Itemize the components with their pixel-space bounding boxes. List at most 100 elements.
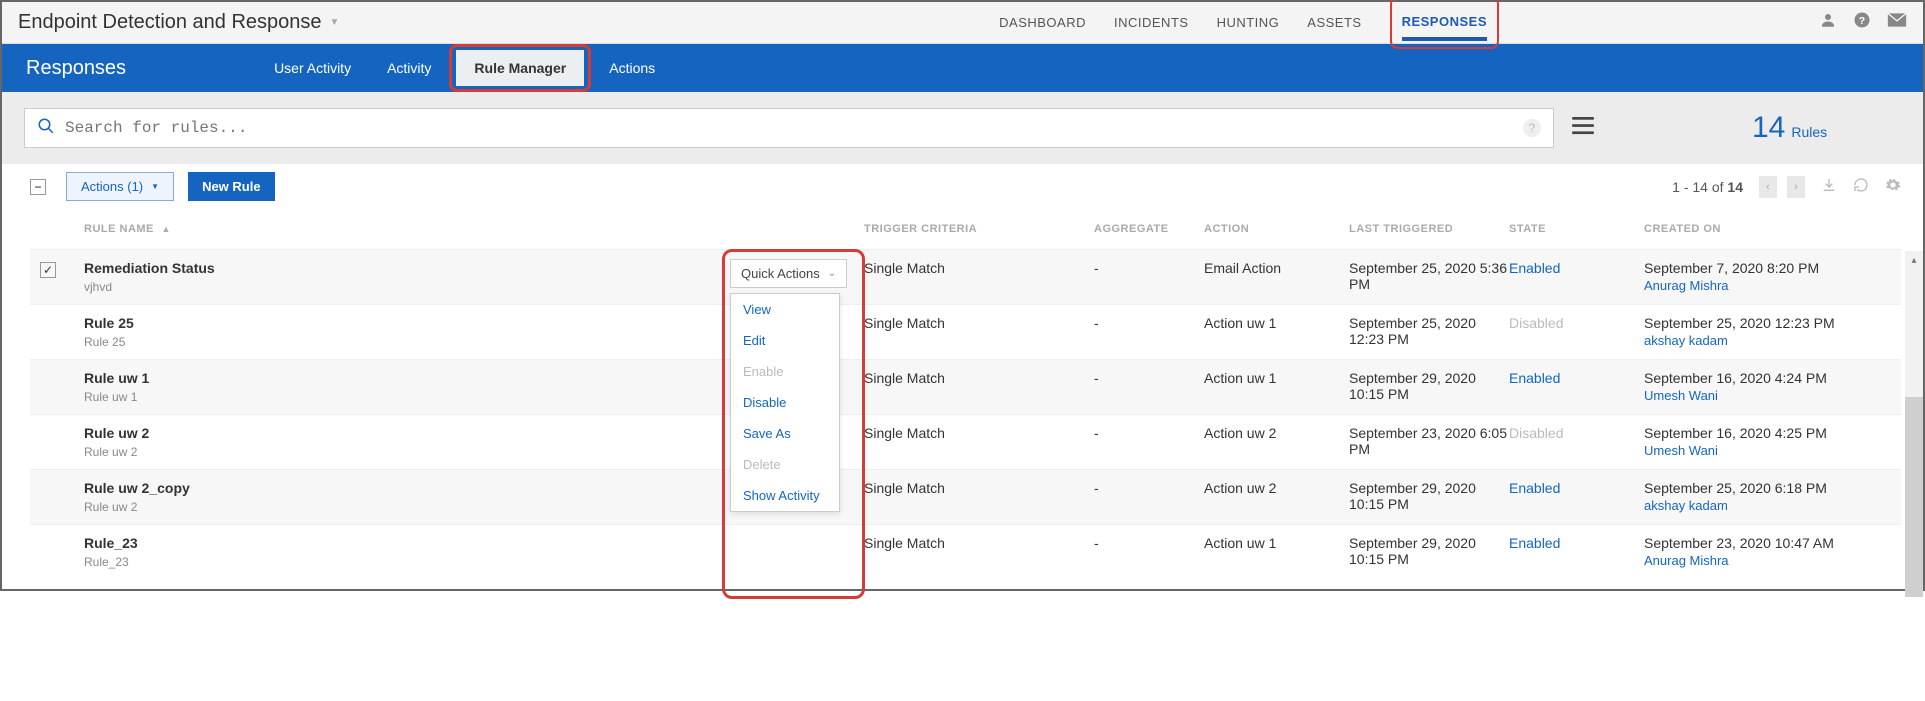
cell-created: September 23, 2020 10:47 AMAnurag Mishra <box>1644 535 1901 568</box>
qa-item-delete: Delete <box>731 449 839 480</box>
tab-activity[interactable]: Activity <box>369 44 449 92</box>
pager-controls: ‹ › <box>1759 176 1805 198</box>
rules-count-label: Rules <box>1791 124 1827 140</box>
actions-caret-icon: ▼ <box>151 182 159 191</box>
cell-last-triggered: September 29, 2020 10:15 PM <box>1349 535 1509 567</box>
cell-state: Enabled <box>1509 535 1644 551</box>
search-input[interactable] <box>65 119 1523 137</box>
list-toggle-icon[interactable] <box>1572 115 1594 141</box>
collapse-toggle[interactable]: − <box>30 179 46 195</box>
nav-hunting[interactable]: HUNTING <box>1217 3 1280 42</box>
toolbar-right: 1 - 14 of 14 ‹ › <box>1672 176 1901 198</box>
cell-state: Enabled <box>1509 260 1644 276</box>
user-icon[interactable] <box>1819 11 1837 34</box>
header-trigger[interactable]: TRIGGER CRITERIA <box>864 223 1094 235</box>
cell-created: September 16, 2020 4:25 PMUmesh Wani <box>1644 425 1901 458</box>
new-rule-button[interactable]: New Rule <box>188 172 275 201</box>
pager-next[interactable]: › <box>1787 176 1805 198</box>
quick-actions-menu: ViewEditEnableDisableSave AsDeleteShow A… <box>730 293 840 512</box>
nav-responses[interactable]: RESPONSES <box>1402 2 1487 41</box>
qa-item-disable[interactable]: Disable <box>731 387 839 418</box>
rules-count-number: 14 <box>1752 111 1785 145</box>
tab-rule-manager[interactable]: Rule Manager <box>456 50 584 86</box>
tab-actions[interactable]: Actions <box>591 44 673 92</box>
search-help-icon[interactable]: ? <box>1523 119 1541 137</box>
header-created[interactable]: CREATED ON <box>1644 223 1901 235</box>
toolbar: − Actions (1) ▼ New Rule 1 - 14 of 14 ‹ … <box>2 164 1923 209</box>
table-row[interactable]: Remediation StatusvjhvdSingle Match-Emai… <box>30 249 1901 304</box>
cell-trigger: Single Match <box>864 370 1094 386</box>
qa-item-save-as[interactable]: Save As <box>731 418 839 449</box>
bluebar-tabs: User Activity Activity Rule Manager Acti… <box>256 44 673 92</box>
header-state[interactable]: STATE <box>1509 223 1644 235</box>
cell-created: September 7, 2020 8:20 PMAnurag Mishra <box>1644 260 1901 293</box>
qa-item-enable: Enable <box>731 356 839 387</box>
nav-dashboard[interactable]: DASHBOARD <box>999 3 1086 42</box>
cell-aggregate: - <box>1094 370 1204 386</box>
cell-trigger: Single Match <box>864 315 1094 331</box>
scrollbar-up-arrow[interactable]: ▴ <box>1905 251 1923 269</box>
created-by: Anurag Mishra <box>1644 553 1901 568</box>
mail-icon[interactable] <box>1887 12 1907 33</box>
cell-aggregate: - <box>1094 260 1204 276</box>
nav-responses-highlight: RESPONSES <box>1390 0 1499 49</box>
cell-last-triggered: September 23, 2020 6:05 PM <box>1349 425 1509 457</box>
scrollbar-thumb[interactable] <box>1905 397 1923 597</box>
tab-rule-manager-highlight: Rule Manager <box>449 44 591 92</box>
header-last-triggered[interactable]: LAST TRIGGERED <box>1349 223 1509 235</box>
search-box: ? <box>24 108 1554 148</box>
header-aggregate[interactable]: AGGREGATE <box>1094 223 1204 235</box>
sort-asc-icon: ▲ <box>161 224 170 234</box>
refresh-icon[interactable] <box>1853 177 1869 196</box>
cell-action: Action uw 1 <box>1204 370 1349 386</box>
app-title-text: Endpoint Detection and Response <box>18 11 322 34</box>
cell-aggregate: - <box>1094 480 1204 496</box>
cell-state: Enabled <box>1509 370 1644 386</box>
header-action[interactable]: ACTION <box>1204 223 1349 235</box>
help-icon[interactable]: ? <box>1853 11 1871 34</box>
nav-incidents[interactable]: INCIDENTS <box>1114 3 1189 42</box>
table-row[interactable]: Rule_23Rule_23Single Match-Action uw 1Se… <box>30 524 1901 579</box>
quick-actions-button[interactable]: Quick Actions ⌄ <box>730 259 847 288</box>
qa-item-edit[interactable]: Edit <box>731 325 839 356</box>
topbar-icons: ? <box>1819 11 1907 34</box>
app-title[interactable]: Endpoint Detection and Response ▼ <box>18 11 339 34</box>
table-row[interactable]: Rule uw 2_copyRule uw 2Single Match-Acti… <box>30 469 1901 524</box>
cell-state: Disabled <box>1509 315 1644 331</box>
table-header-row: RULE NAME ▲ TRIGGER CRITERIA AGGREGATE A… <box>30 209 1901 249</box>
table-row[interactable]: Rule 25Rule 25Single Match-Action uw 1Se… <box>30 304 1901 359</box>
search-icon <box>37 117 55 140</box>
qa-item-view[interactable]: View <box>731 294 839 325</box>
app-container: Endpoint Detection and Response ▼ DASHBO… <box>0 0 1925 591</box>
actions-dropdown-button[interactable]: Actions (1) ▼ <box>66 172 174 201</box>
created-by: Anurag Mishra <box>1644 278 1901 293</box>
table-row[interactable]: Rule uw 1Rule uw 1Single Match-Action uw… <box>30 359 1901 414</box>
cell-created: September 25, 2020 6:18 PMakshay kadam <box>1644 480 1901 513</box>
cell-last-triggered: September 29, 2020 10:15 PM <box>1349 480 1509 512</box>
cell-trigger: Single Match <box>864 535 1094 551</box>
qa-item-show-activity[interactable]: Show Activity <box>731 480 839 511</box>
cell-action: Action uw 2 <box>1204 480 1349 496</box>
nav-assets[interactable]: ASSETS <box>1307 3 1361 42</box>
top-nav: DASHBOARD INCIDENTS HUNTING ASSETS RESPO… <box>999 0 1499 49</box>
cell-created: September 16, 2020 4:24 PMUmesh Wani <box>1644 370 1901 403</box>
rule-desc: Rule_23 <box>84 555 864 569</box>
header-rule-name[interactable]: RULE NAME ▲ <box>84 223 864 235</box>
row-checkbox[interactable] <box>40 262 56 278</box>
cell-trigger: Single Match <box>864 425 1094 441</box>
table-body: Remediation StatusvjhvdSingle Match-Emai… <box>30 249 1901 579</box>
settings-gear-icon[interactable] <box>1885 177 1901 196</box>
rule-name: Rule_23 <box>84 535 864 551</box>
table-row[interactable]: Rule uw 2Rule uw 2Single Match-Action uw… <box>30 414 1901 469</box>
cell-state: Enabled <box>1509 480 1644 496</box>
download-icon[interactable] <box>1821 177 1837 196</box>
cell-action: Action uw 2 <box>1204 425 1349 441</box>
cell-action: Action uw 1 <box>1204 315 1349 331</box>
tab-user-activity[interactable]: User Activity <box>256 44 369 92</box>
cell-action: Email Action <box>1204 260 1349 276</box>
rules-table: RULE NAME ▲ TRIGGER CRITERIA AGGREGATE A… <box>2 209 1923 589</box>
cell-created: September 25, 2020 12:23 PMakshay kadam <box>1644 315 1901 348</box>
pager-prev[interactable]: ‹ <box>1759 176 1777 198</box>
svg-text:?: ? <box>1859 15 1865 27</box>
actions-label: Actions (1) <box>81 179 143 194</box>
